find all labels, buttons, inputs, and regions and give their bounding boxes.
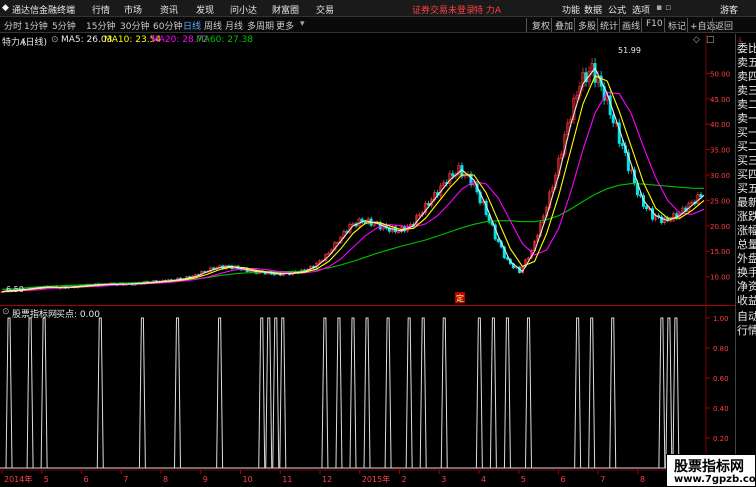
- date-tick-label: 4: [481, 475, 486, 484]
- date-tick-label: 8: [640, 475, 645, 484]
- date-tick-label: 5: [521, 475, 526, 484]
- buy-signal-spike: [363, 317, 371, 469]
- date-tick-label: 7: [123, 475, 128, 484]
- buy-signal-spike: [489, 317, 497, 469]
- buy-signal-spike: [26, 317, 34, 469]
- watermark-url: www.7gpzb.com: [674, 474, 756, 485]
- price-tick-label: 50.00: [710, 70, 730, 78]
- buy-signal-spike: [216, 317, 224, 469]
- date-tick-label: 3: [441, 475, 446, 484]
- buy-signal-spike: [335, 317, 343, 469]
- buy-signal-spike: [440, 317, 448, 469]
- buy-signal-spike: [503, 317, 511, 469]
- date-axis: 2014年 5 6 7 8 9 10 11 12 2015年 2 3 4 5 6 7 8: [1, 470, 645, 484]
- date-tick-label: 11: [282, 475, 292, 484]
- buy-signal-spike: [5, 317, 13, 469]
- buy-signal-spike: [40, 317, 48, 469]
- date-tick-label: 2015年: [362, 474, 390, 484]
- indicator-header: ⊙ 股票指标网 买点: 0.00: [0, 305, 735, 320]
- price-tick-label: 40.00: [710, 121, 730, 129]
- buy-signal-spike: [665, 317, 673, 469]
- price-axis: 50.00 45.00 40.00 35.00 30.00 25.00 20.00 15.00…: [706, 70, 730, 282]
- indicator-tick-label: 0.40: [713, 405, 729, 413]
- price-high-label: 51.99: [618, 46, 641, 55]
- date-tick-label: 7: [600, 475, 605, 484]
- indicator-value: 买点: 0.00: [56, 310, 100, 320]
- buy-signal-spike: [658, 317, 666, 469]
- chart-canvas[interactable]: 50.00 45.00 40.00 35.00 30.00 25.00 20.00 15.00…: [0, 0, 735, 487]
- buy-signal-spike: [672, 317, 680, 469]
- buy-signal-spike: [574, 317, 582, 469]
- ma5-line: [1, 67, 705, 293]
- candle-body: [645, 206, 649, 210]
- buy-signal-spike: [405, 317, 413, 469]
- quote-side-panel: L 委比 卖五 卖四 卖三 卖二 卖一 买一 买二 买三 买四 买五 最新 涨跌 涨幅 总量 外盘 换手 净资 收益…: [735, 34, 756, 487]
- price-tick-label: 25.00: [710, 197, 730, 205]
- date-tick-label: 2014年: [4, 474, 32, 484]
- candle-body: [451, 173, 455, 177]
- site-watermark: 股票指标网 www.7gpzb.com: [666, 454, 756, 487]
- buy-signal-spike: [272, 317, 280, 469]
- buy-signal-spike: [419, 317, 427, 469]
- date-tick-label: 2: [402, 475, 407, 484]
- indicator-tick-label: 0.80: [713, 345, 729, 353]
- date-tick-label: 6: [561, 475, 566, 484]
- buy-signal-spike: [525, 317, 532, 469]
- candle-body: [611, 114, 615, 124]
- panel-field-label[interactable]: 行情: [737, 322, 756, 338]
- buy-signal-spike: [138, 317, 146, 469]
- price-tick-label: 20.00: [710, 223, 730, 231]
- buy-signal-spike: [96, 317, 104, 469]
- price-tick-label: 15.00: [710, 248, 730, 256]
- candlesticks: [0, 58, 703, 293]
- buy-signal-spike: [475, 317, 483, 469]
- buy-signal-spike: [349, 317, 357, 469]
- buy-signal-spike: [265, 317, 273, 469]
- date-tick-label: 8: [163, 475, 168, 484]
- price-tick-label: 30.00: [710, 172, 730, 180]
- price-tick-label: 45.00: [710, 96, 730, 104]
- candle-body: [272, 273, 276, 276]
- candle-body: [620, 143, 624, 146]
- event-marker-label: 定: [456, 293, 464, 303]
- indicator-name: 股票指标网: [12, 310, 58, 320]
- date-tick-label: 12: [322, 475, 332, 484]
- buy-signal-spike: [279, 317, 287, 469]
- price-low-label: 6.50: [6, 285, 24, 294]
- buy-signal-spike: [174, 317, 181, 469]
- moving-average-lines: [1, 67, 705, 293]
- ma60-line: [1, 183, 705, 290]
- indicator-axis: 1.000.800.600.400.20: [706, 315, 729, 443]
- candle-body: [699, 194, 703, 197]
- ma10-line: [1, 75, 705, 293]
- buy-signal-spike: [384, 317, 392, 469]
- indicator-tick-label: 0.60: [713, 375, 729, 383]
- date-tick-label: 9: [203, 475, 208, 484]
- buy-signal-spike: [588, 317, 596, 469]
- watermark-title: 股票指标网: [674, 459, 744, 475]
- price-tick-label: 35.00: [710, 147, 730, 155]
- date-tick-label: 5: [44, 475, 49, 484]
- buy-signal-spike: [321, 317, 329, 469]
- buy-signal-bars: [0, 317, 704, 469]
- indicator-settings-icon[interactable]: ⊙: [2, 307, 10, 317]
- buy-signal-spike: [258, 317, 266, 469]
- date-tick-label: 6: [84, 475, 89, 484]
- candle-body: [496, 238, 500, 243]
- buy-signal-spike: [609, 317, 617, 469]
- date-tick-label: 10: [243, 475, 253, 484]
- indicator-tick-label: 0.20: [713, 435, 729, 443]
- price-tick-label: 10.00: [710, 274, 730, 282]
- panel-field-label: 收益: [737, 294, 756, 307]
- candle-body: [593, 63, 597, 83]
